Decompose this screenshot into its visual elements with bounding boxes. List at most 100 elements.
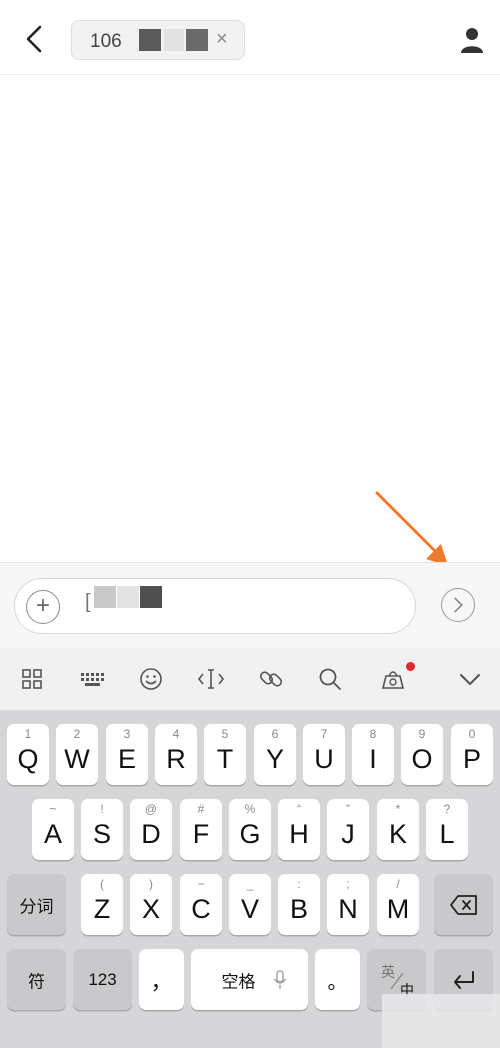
keyboard-layout-icon[interactable]	[77, 664, 107, 694]
emoji-icon[interactable]	[136, 664, 166, 694]
grid-apps-icon[interactable]	[17, 664, 47, 694]
key-secondary-label: 8	[369, 727, 377, 741]
key-z[interactable]: (Z	[81, 874, 123, 935]
key-secondary-label: ”	[346, 802, 350, 816]
key-b[interactable]: :B	[278, 874, 320, 935]
key-l[interactable]: ? L	[426, 799, 468, 860]
key-u[interactable]: 7U	[303, 724, 345, 785]
key-p[interactable]: 0P	[451, 724, 493, 785]
key-v[interactable]: _ V	[229, 874, 271, 935]
key-secondary-label: ~	[49, 802, 57, 816]
key-i[interactable]: 8I	[352, 724, 394, 785]
key-y[interactable]: 6Y	[254, 724, 296, 785]
key-x[interactable]: ) X	[130, 874, 172, 935]
key-f[interactable]: # F	[180, 799, 222, 860]
remove-recipient-icon[interactable]: ×	[216, 28, 228, 51]
contact-person-icon[interactable]	[458, 26, 486, 54]
redaction-block	[140, 586, 162, 608]
microphone-icon	[273, 970, 287, 989]
key-secondary-label: 4	[172, 727, 180, 741]
key-label: N	[338, 894, 358, 924]
space-key[interactable]: 空格	[191, 949, 308, 1010]
message-text: [	[85, 591, 91, 613]
key-label: W	[64, 744, 90, 774]
key-label: Y	[265, 744, 284, 774]
key-label: S	[92, 819, 111, 849]
collapse-keyboard-icon[interactable]	[455, 664, 485, 694]
key-label: C	[191, 894, 211, 924]
key-secondary-label: 2	[73, 727, 81, 741]
message-input[interactable]: + [	[14, 578, 416, 634]
redaction-block	[117, 586, 139, 608]
key-label: L	[439, 819, 455, 849]
key-secondary-label: !	[100, 802, 104, 816]
recipient-number: 106	[90, 31, 122, 52]
backspace-key[interactable]	[434, 874, 493, 935]
conversation-header: 106 ×	[0, 0, 500, 75]
key-label: M	[386, 894, 410, 924]
key-label: J	[341, 819, 355, 849]
key-w[interactable]: 2W	[56, 724, 98, 785]
key-label: H	[289, 819, 309, 849]
key-label: E	[117, 744, 136, 774]
key-label: T	[216, 744, 234, 774]
comma-key[interactable]: ，	[139, 949, 184, 1010]
key-label: 符	[28, 972, 45, 991]
key-m[interactable]: / M	[377, 874, 419, 935]
key-secondary-label: #	[197, 802, 205, 816]
key-n[interactable]: ; N	[327, 874, 369, 935]
key-label: O	[411, 744, 433, 774]
key-c[interactable]: − C	[180, 874, 222, 935]
recipient-chip[interactable]: 106 ×	[71, 20, 245, 60]
key-secondary-label: 7	[320, 727, 328, 741]
key-label: P	[462, 744, 481, 774]
key-label: I	[369, 744, 377, 774]
segment-key[interactable]: 分词	[7, 874, 66, 935]
numbers-key[interactable]: 123	[73, 949, 132, 1010]
link-icon[interactable]	[256, 664, 286, 694]
key-secondary-label: /	[396, 877, 400, 891]
key-a[interactable]: ~ A	[32, 799, 74, 860]
back-arrow-icon[interactable]	[18, 22, 52, 56]
redaction-block	[186, 29, 208, 51]
key-secondary-label: −	[197, 877, 205, 891]
key-label: D	[141, 819, 161, 849]
key-label: G	[239, 819, 261, 849]
key-label: 空格	[221, 972, 256, 991]
key-secondary-label: *	[395, 802, 401, 816]
search-icon[interactable]	[315, 664, 345, 694]
add-attachment-icon[interactable]: +	[26, 590, 60, 624]
key-secondary-label: “	[297, 802, 301, 816]
key-r[interactable]: 4R	[155, 724, 197, 785]
key-s[interactable]: ! S	[81, 799, 123, 860]
key-g[interactable]: % G	[229, 799, 271, 860]
key-k[interactable]: * K	[377, 799, 419, 860]
period-key[interactable]: 。	[315, 949, 360, 1010]
redaction-block	[139, 29, 161, 51]
key-h[interactable]: “H	[278, 799, 320, 860]
redaction-block	[94, 586, 116, 608]
key-e[interactable]: 3E	[106, 724, 148, 785]
key-secondary-label: _	[246, 877, 254, 891]
symbol-key[interactable]: 符	[7, 949, 66, 1010]
key-secondary-label: :	[297, 877, 301, 891]
key-t[interactable]: 5T	[204, 724, 246, 785]
key-label: K	[388, 819, 407, 849]
key-secondary-label: %	[244, 802, 256, 816]
key-secondary-label: )	[149, 877, 153, 891]
key-label: ，	[150, 968, 173, 994]
key-j[interactable]: ” J	[327, 799, 369, 860]
key-label: A	[43, 819, 62, 849]
key-d[interactable]: @ D	[130, 799, 172, 860]
send-chevron-icon[interactable]	[441, 588, 475, 622]
cursor-move-icon[interactable]	[196, 664, 226, 694]
key-secondary-label: 0	[468, 727, 476, 741]
key-label: Q	[17, 744, 39, 774]
skin-store-icon[interactable]	[378, 664, 408, 694]
key-q[interactable]: 1Q	[7, 724, 49, 785]
key-label: Z	[93, 894, 111, 924]
key-label: U	[314, 744, 334, 774]
key-label: B	[289, 894, 308, 924]
key-o[interactable]: 9O	[401, 724, 443, 785]
key-label: 123	[88, 969, 117, 989]
